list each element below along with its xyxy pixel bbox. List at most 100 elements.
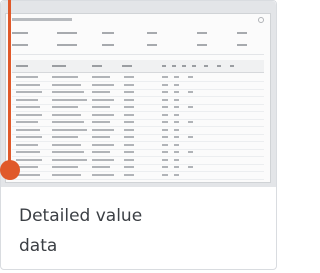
placeholder-text-bar xyxy=(174,128,179,131)
placeholder-text-bar xyxy=(52,128,87,131)
placeholder-text-bar xyxy=(102,44,114,46)
placeholder-text-bar xyxy=(92,128,114,131)
placeholder-text-bar xyxy=(16,128,40,131)
placeholder-text-bar xyxy=(16,113,42,116)
placeholder-text-bar xyxy=(124,173,134,176)
placeholder-text-bar xyxy=(147,32,157,34)
placeholder-text-bar xyxy=(230,65,234,67)
placeholder-text-bar xyxy=(92,173,114,176)
placeholder-text-bar xyxy=(92,76,110,78)
placeholder-text-bar xyxy=(102,32,114,34)
placeholder-text-bar xyxy=(92,151,110,153)
placeholder-text-bar xyxy=(52,98,87,101)
placeholder-text-bar xyxy=(124,76,134,78)
placeholder-text-bar xyxy=(174,121,179,123)
placeholder-text-bar xyxy=(217,65,221,67)
placeholder-text-bar xyxy=(16,83,40,86)
placeholder-text-bar xyxy=(12,44,28,46)
thumbnail-table-row xyxy=(12,172,264,180)
placeholder-text-bar xyxy=(122,65,132,67)
placeholder-text-bar xyxy=(52,113,81,116)
report-thumbnail-preview xyxy=(5,13,271,183)
placeholder-text-bar xyxy=(16,143,38,146)
placeholder-text-bar xyxy=(52,106,78,108)
thumbnail-summary-row xyxy=(12,32,264,35)
placeholder-text-bar xyxy=(92,83,114,86)
placeholder-text-bar xyxy=(174,158,179,161)
placeholder-text-bar xyxy=(174,113,179,116)
placeholder-text-bar xyxy=(162,83,168,86)
placeholder-text-bar xyxy=(92,166,110,168)
placeholder-text-bar xyxy=(174,143,179,146)
placeholder-text-bar xyxy=(162,151,168,153)
report-thumbnail-area[interactable] xyxy=(1,1,276,187)
placeholder-text-bar xyxy=(172,65,176,67)
placeholder-text-bar xyxy=(188,76,193,78)
thumbnail-divider xyxy=(12,54,264,55)
placeholder-text-bar xyxy=(174,98,179,101)
placeholder-text-bar xyxy=(162,166,168,168)
placeholder-text-bar xyxy=(16,151,40,153)
placeholder-text-bar xyxy=(57,44,77,46)
report-card[interactable]: Detailed value data xyxy=(0,0,277,270)
placeholder-text-bar xyxy=(92,91,110,93)
placeholder-text-bar xyxy=(52,65,66,67)
placeholder-text-bar xyxy=(92,113,114,116)
placeholder-text-bar xyxy=(124,151,134,153)
placeholder-text-bar xyxy=(192,65,196,67)
placeholder-text-bar xyxy=(182,65,186,67)
placeholder-text-bar xyxy=(237,32,247,34)
placeholder-text-bar xyxy=(188,151,193,153)
placeholder-text-bar xyxy=(124,136,134,138)
placeholder-text-bar xyxy=(92,98,114,101)
placeholder-text-bar xyxy=(57,32,77,34)
placeholder-text-bar xyxy=(16,106,40,108)
thumbnail-summary-row xyxy=(12,44,264,47)
placeholder-text-bar xyxy=(174,106,179,108)
placeholder-text-bar xyxy=(92,158,114,161)
placeholder-text-bar xyxy=(162,128,168,131)
placeholder-text-bar xyxy=(174,76,179,78)
placeholder-text-bar xyxy=(52,76,78,78)
placeholder-text-bar xyxy=(174,166,179,168)
placeholder-text-bar xyxy=(197,44,207,46)
placeholder-text-bar xyxy=(147,44,157,46)
placeholder-text-bar xyxy=(12,32,28,34)
placeholder-text-bar xyxy=(124,91,134,93)
placeholder-text-bar xyxy=(92,65,102,67)
placeholder-text-bar xyxy=(52,151,84,153)
placeholder-text-bar xyxy=(92,143,114,146)
placeholder-text-bar xyxy=(124,106,134,108)
placeholder-text-bar xyxy=(162,121,168,123)
placeholder-text-bar xyxy=(52,121,84,123)
placeholder-text-bar xyxy=(124,166,134,168)
placeholder-text-bar xyxy=(197,32,207,34)
placeholder-text-bar xyxy=(162,158,168,161)
placeholder-text-bar xyxy=(162,106,168,108)
placeholder-text-bar xyxy=(124,143,134,146)
placeholder-text-bar xyxy=(174,91,179,93)
thumbnail-title-bar xyxy=(12,18,72,21)
selection-indicator-line xyxy=(8,0,11,168)
placeholder-text-bar xyxy=(52,158,87,161)
placeholder-text-bar xyxy=(188,106,193,108)
placeholder-text-bar xyxy=(188,136,193,138)
placeholder-text-bar xyxy=(52,173,81,176)
placeholder-text-bar xyxy=(174,173,179,176)
placeholder-text-bar xyxy=(16,158,42,161)
placeholder-text-bar xyxy=(124,158,134,161)
thumbnail-close-icon xyxy=(258,17,264,23)
placeholder-text-bar xyxy=(174,83,179,86)
placeholder-text-bar xyxy=(16,173,40,176)
placeholder-text-bar xyxy=(162,91,168,93)
placeholder-text-bar xyxy=(162,143,168,146)
card-caption: Detailed value data xyxy=(19,206,143,256)
stage: Detailed value data xyxy=(0,0,286,273)
placeholder-text-bar xyxy=(204,65,208,67)
placeholder-text-bar xyxy=(124,113,134,116)
placeholder-text-bar xyxy=(188,166,193,168)
placeholder-text-bar xyxy=(124,83,134,86)
placeholder-text-bar xyxy=(52,136,78,138)
placeholder-text-bar xyxy=(174,136,179,138)
placeholder-text-bar xyxy=(124,128,134,131)
